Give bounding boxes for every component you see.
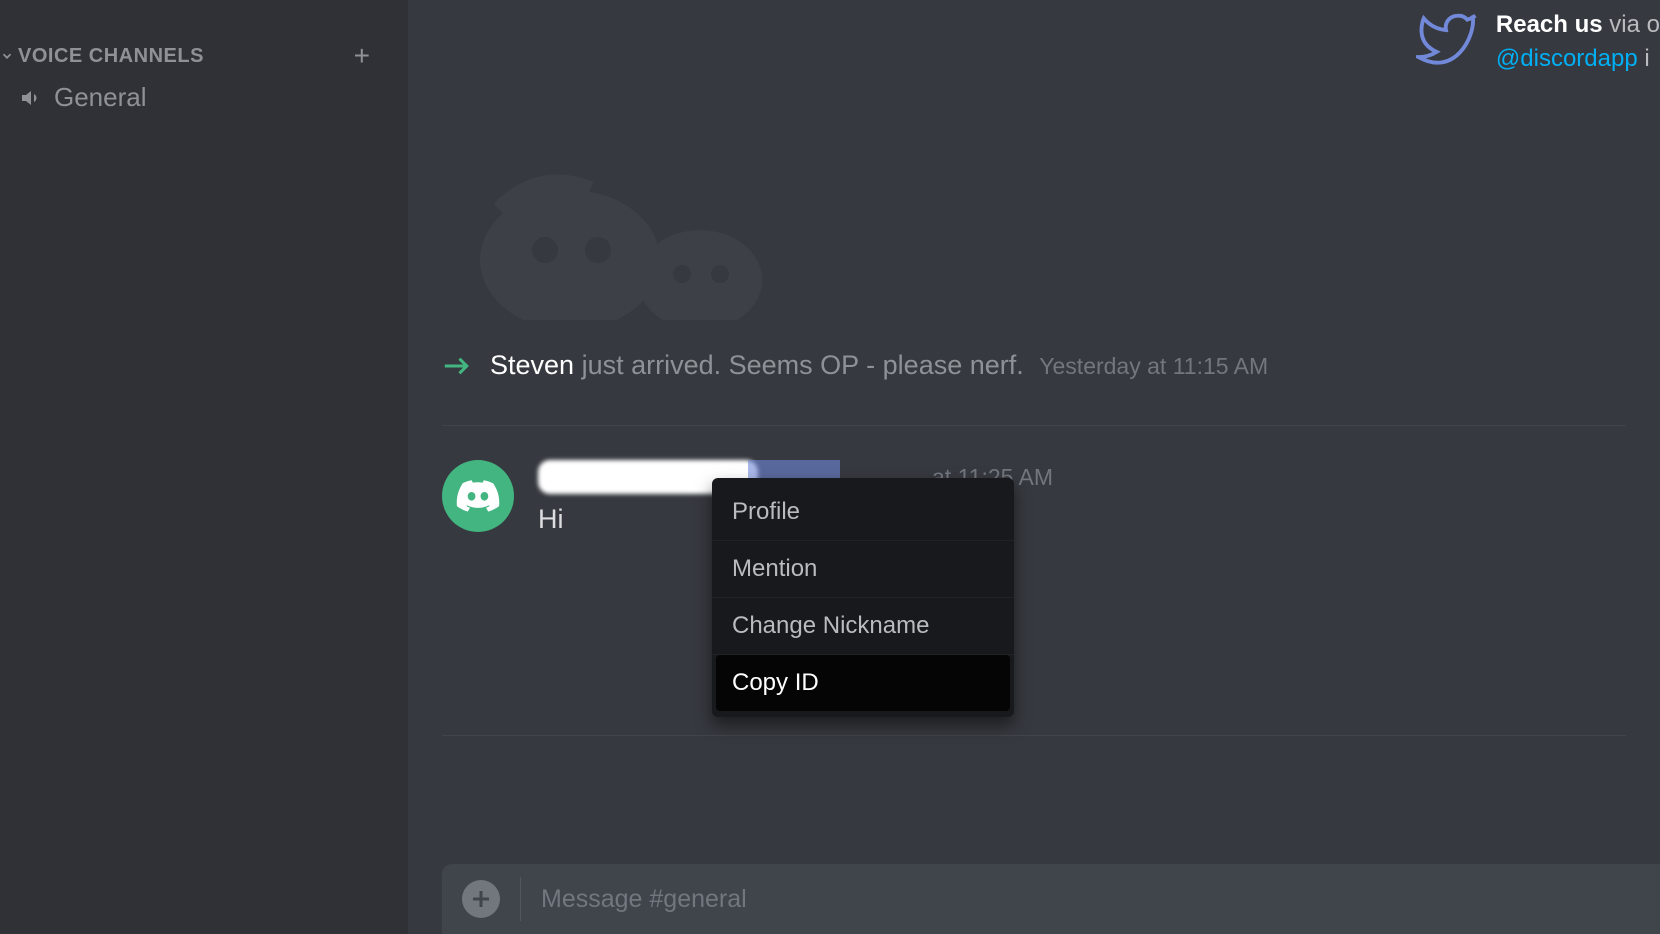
message-content: Hi: [538, 504, 1626, 535]
user-avatar[interactable]: [442, 460, 514, 532]
system-text: just arrived. Seems OP - please nerf.: [574, 350, 1024, 380]
welcome-ghost-illustration: [450, 140, 800, 320]
header-reach-us: Reach us via o @discordapp i: [1416, 8, 1660, 75]
plus-icon: [471, 889, 491, 909]
message-input-bar: [442, 864, 1660, 934]
section-toggle[interactable]: VOICE CHANNELS: [0, 45, 204, 68]
voice-channel-general[interactable]: General: [0, 72, 388, 113]
message-body: at 11:25 AM Hi: [538, 460, 1626, 535]
chevron-down-icon: [0, 49, 14, 63]
twitter-handle-link[interactable]: @discordapp: [1496, 45, 1638, 72]
reach-bold: Reach us: [1496, 11, 1603, 38]
voice-channels-header[interactable]: VOICE CHANNELS +: [0, 40, 388, 72]
system-join-message: Steven just arrived. Seems OP - please n…: [442, 320, 1626, 425]
input-divider: [520, 877, 521, 921]
system-message-text: Steven just arrived. Seems OP - please n…: [490, 350, 1268, 381]
join-arrow-icon: [442, 355, 472, 377]
message-input[interactable]: [541, 885, 1640, 914]
menu-item-profile[interactable]: Profile: [712, 484, 1014, 541]
reach-us-text: Reach us via o @discordapp i: [1496, 8, 1660, 75]
message-list: Steven just arrived. Seems OP - please n…: [408, 320, 1660, 934]
speaker-icon: [20, 86, 44, 110]
chat-main: Reach us via o @discordapp i Steven just…: [408, 0, 1660, 934]
menu-item-change-nickname[interactable]: Change Nickname: [712, 598, 1014, 655]
message-header: at 11:25 AM: [538, 460, 1626, 494]
channel-sidebar: VOICE CHANNELS + General: [0, 0, 408, 934]
system-user[interactable]: Steven: [490, 350, 574, 380]
voice-channels-section: VOICE CHANNELS + General: [0, 0, 408, 113]
channel-name: General: [54, 82, 147, 113]
user-context-menu: Profile Mention Change Nickname Copy ID: [712, 478, 1014, 717]
reach-via: via o: [1609, 11, 1660, 38]
add-channel-button[interactable]: +: [354, 40, 370, 72]
reach-tail: i: [1638, 45, 1650, 72]
section-label: VOICE CHANNELS: [18, 45, 204, 68]
twitter-icon[interactable]: [1416, 8, 1478, 70]
message-divider-2: [442, 735, 1626, 736]
discord-logo-icon: [456, 474, 500, 518]
menu-item-mention[interactable]: Mention: [712, 541, 1014, 598]
menu-item-copy-id[interactable]: Copy ID: [716, 655, 1010, 711]
system-timestamp: Yesterday at 11:15 AM: [1039, 353, 1268, 379]
attach-button[interactable]: [462, 880, 500, 918]
user-message: at 11:25 AM Hi: [442, 426, 1626, 735]
